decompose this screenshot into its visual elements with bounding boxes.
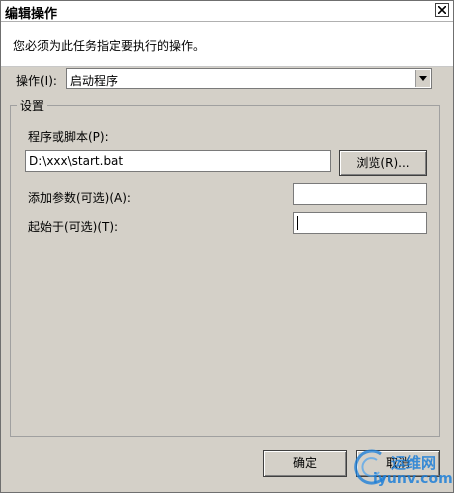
dialog-title: 编辑操作 [5,7,58,22]
instructions-text: 您必须为此任务指定要执行的操作。 [13,39,206,53]
cancel-button[interactable]: 取消 [356,450,440,477]
edit-action-dialog: 编辑操作 您必须为此任务指定要执行的操作。 操作(I): 启动程序 设置 程序或… [0,0,454,493]
text-caret [297,216,298,230]
program-input-value: D:\xxx\start.bat [29,154,124,168]
action-label: 操作(I): [16,74,57,88]
settings-group-title: 设置 [17,97,48,114]
browse-button[interactable]: 浏览(R)... [339,150,427,176]
close-icon [438,6,446,14]
action-select[interactable]: 启动程序 [66,68,432,89]
instructions-panel: 您必须为此任务指定要执行的操作。 [1,22,453,67]
arguments-input[interactable] [293,183,427,205]
dropdown-button[interactable] [415,70,430,87]
arguments-label: 添加参数(可选)(A): [28,191,131,205]
ok-button[interactable]: 确定 [263,450,347,477]
program-label: 程序或脚本(P): [28,130,109,144]
start-in-input[interactable] [293,212,427,234]
title-bar: 编辑操作 [1,1,453,22]
chevron-down-icon [419,76,427,81]
program-input[interactable]: D:\xxx\start.bat [25,150,331,172]
action-select-value: 启动程序 [70,74,119,88]
close-button[interactable] [435,3,449,17]
start-in-label: 起始于(可选)(T): [28,220,119,234]
